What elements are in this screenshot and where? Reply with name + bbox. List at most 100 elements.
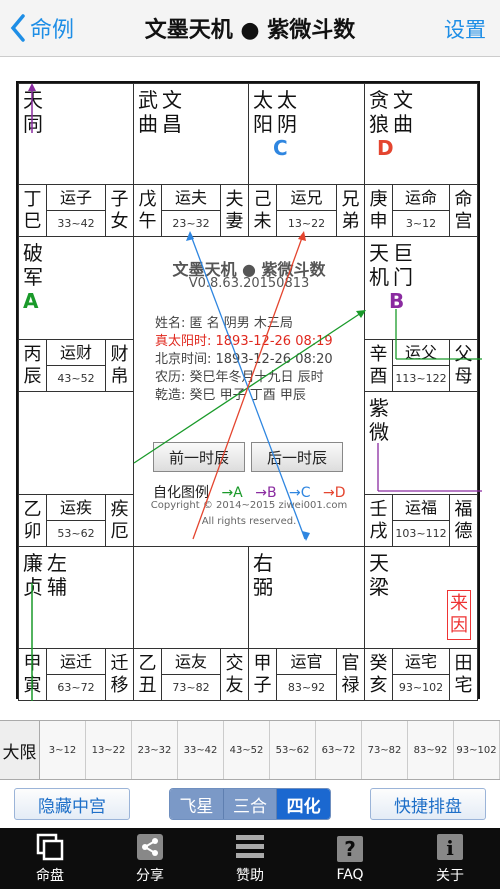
stars: 贪狼文曲 <box>369 88 413 136</box>
sihua-mark: A <box>23 289 39 313</box>
daxian-item[interactable]: 83~92 <box>408 721 454 779</box>
palace-char: 财 <box>110 343 129 365</box>
palace-name: 福德 <box>449 495 477 546</box>
palace-name: 兄弟 <box>336 185 364 236</box>
luck-label: 运官 <box>277 649 336 675</box>
age-range: 13~22 <box>287 217 326 230</box>
stem-branch: 庚申 <box>365 185 393 236</box>
sihua-legend-a: →A <box>221 485 243 501</box>
star-char: 弼 <box>253 575 273 599</box>
stars: 紫微 <box>369 396 389 444</box>
age-range: 53~62 <box>57 527 95 540</box>
nav-label: 命盘 <box>36 867 64 884</box>
palace-name: 疾厄 <box>105 495 133 546</box>
nav-sponsor[interactable]: 赞助 <box>200 828 300 889</box>
palace-hai[interactable]: 天梁 来因 癸亥 运宅 93~102 田宅 <box>364 546 478 701</box>
branch: 午 <box>138 210 157 232</box>
ziwei-chart: 天同 丁巳 运子 33~42 子女 武曲文昌 戊午 运夫 23~32 夫妻 太阳太阴… <box>16 81 482 701</box>
settings-button[interactable]: 设置 <box>444 14 486 44</box>
daxian-item[interactable]: 43~52 <box>224 721 270 779</box>
palace-name: 官禄 <box>336 649 364 700</box>
daxian-item[interactable]: 93~102 <box>454 721 500 779</box>
palace-si[interactable]: 天同 丁巳 运子 33~42 子女 <box>18 83 134 237</box>
prev-hour-button[interactable]: 前一时辰 <box>153 442 245 472</box>
stem: 己 <box>253 188 272 210</box>
stem: 甲 <box>23 652 42 674</box>
palace-name: 迁移 <box>105 649 133 700</box>
star-name: 天机 <box>369 241 389 289</box>
palace-yin[interactable]: 廉贞左辅 甲寅 运迁 63~72 迁移 <box>18 546 134 701</box>
star-char: 曲 <box>393 112 413 136</box>
star-name: 破军 <box>23 241 43 289</box>
palace-xu[interactable]: 紫微 壬戌 运福 103~112 福德 <box>364 391 478 547</box>
palace-name: 子女 <box>105 185 133 236</box>
luck-box: 运子 33~42 <box>47 185 105 236</box>
sihua-legend: 自化图例 →A →B →C →D <box>153 482 346 502</box>
daxian-item[interactable]: 63~72 <box>316 721 362 779</box>
nav-chart[interactable]: 命盘 <box>0 828 100 889</box>
star-char: 破 <box>23 241 43 265</box>
palace-zi[interactable]: 右弼 甲子 运官 83~92 官禄 <box>248 546 365 701</box>
luck-label: 运友 <box>162 649 220 675</box>
palace-chen[interactable]: 破军 A 丙辰 运财 43~52 财帛 <box>18 236 134 392</box>
star-char: 军 <box>23 265 43 289</box>
luck-label: 运夫 <box>162 185 220 211</box>
daxian-item[interactable]: 53~62 <box>270 721 316 779</box>
tab-feixing[interactable]: 飞星 <box>170 789 224 819</box>
daxian-item[interactable]: 33~42 <box>178 721 224 779</box>
age-range: 63~72 <box>57 681 95 694</box>
quick-chart-button[interactable]: 快捷排盘 <box>370 788 486 820</box>
star-name: 文昌 <box>162 88 182 136</box>
star-name: 右弼 <box>253 551 273 599</box>
palace-char: 福 <box>454 498 473 520</box>
palace-char: 弟 <box>341 210 360 232</box>
star-name: 太阳 <box>253 88 273 136</box>
palace-name: 父母 <box>449 340 477 391</box>
palace-shen[interactable]: 贪狼文曲 D 庚申 运命 3~12 命宫 <box>364 83 478 237</box>
branch: 寅 <box>23 674 42 696</box>
nav-label: 关于 <box>436 867 464 884</box>
luck-label: 运宅 <box>393 649 449 675</box>
star-name: 太阴 <box>277 88 297 136</box>
sihua-mark: B <box>389 289 405 313</box>
palace-char: 德 <box>454 520 473 542</box>
palace-name: 夫妻 <box>220 185 248 236</box>
palace-char: 移 <box>110 674 129 696</box>
luck-box: 运兄 13~22 <box>277 185 336 236</box>
age-range: 23~32 <box>172 217 210 230</box>
star-char: 天 <box>369 551 389 575</box>
palace-wei[interactable]: 太阳太阴 C 己未 运兄 13~22 兄弟 <box>248 83 365 237</box>
luck-label: 运子 <box>47 185 105 211</box>
age-range: 73~82 <box>172 681 210 694</box>
nav-about[interactable]: i 关于 <box>400 828 500 889</box>
daxian-item[interactable]: 23~32 <box>132 721 178 779</box>
daxian-item[interactable]: 13~22 <box>86 721 132 779</box>
star-name: 武曲 <box>138 88 158 136</box>
stem-branch: 己未 <box>249 185 277 236</box>
svg-text:?: ? <box>344 837 356 861</box>
question-icon: ? <box>337 835 363 862</box>
palace-wu[interactable]: 武曲文昌 戊午 运夫 23~32 夫妻 <box>133 83 249 237</box>
tab-sanhe[interactable]: 三合 <box>223 789 278 819</box>
palace-char: 母 <box>454 365 473 387</box>
daxian-item[interactable]: 3~12 <box>40 721 86 779</box>
stars: 破军 <box>23 241 43 289</box>
bottom-nav: 命盘 分享 赞助 ? FAQ i 关于 <box>0 828 500 889</box>
palace-char: 友 <box>225 674 244 696</box>
tab-sihua[interactable]: 四化 <box>277 789 330 819</box>
hide-center-button[interactable]: 隐藏中宫 <box>14 788 130 820</box>
palace-chou[interactable]: 乙丑 运友 73~82 交友 <box>133 546 249 701</box>
palace-mao[interactable]: 乙卯 运疾 53~62 疾厄 <box>18 391 134 547</box>
daxian-item[interactable]: 73~82 <box>362 721 408 779</box>
palace-char: 妻 <box>225 210 244 232</box>
next-hour-button[interactable]: 后一时辰 <box>251 442 343 472</box>
nav-faq[interactable]: ? FAQ <box>300 828 400 889</box>
luck-box: 运官 83~92 <box>277 649 336 700</box>
palace-char: 迁 <box>110 652 129 674</box>
palace-footer: 甲寅 运迁 63~72 迁移 <box>19 648 133 700</box>
luck-box: 运福 103~112 <box>393 495 449 546</box>
nav-share[interactable]: 分享 <box>100 828 200 889</box>
age-range: 93~102 <box>398 681 444 694</box>
luck-box: 运友 73~82 <box>162 649 220 700</box>
palace-you[interactable]: 天机巨门 B 辛酉 运父 113~122 父母 <box>364 236 478 392</box>
